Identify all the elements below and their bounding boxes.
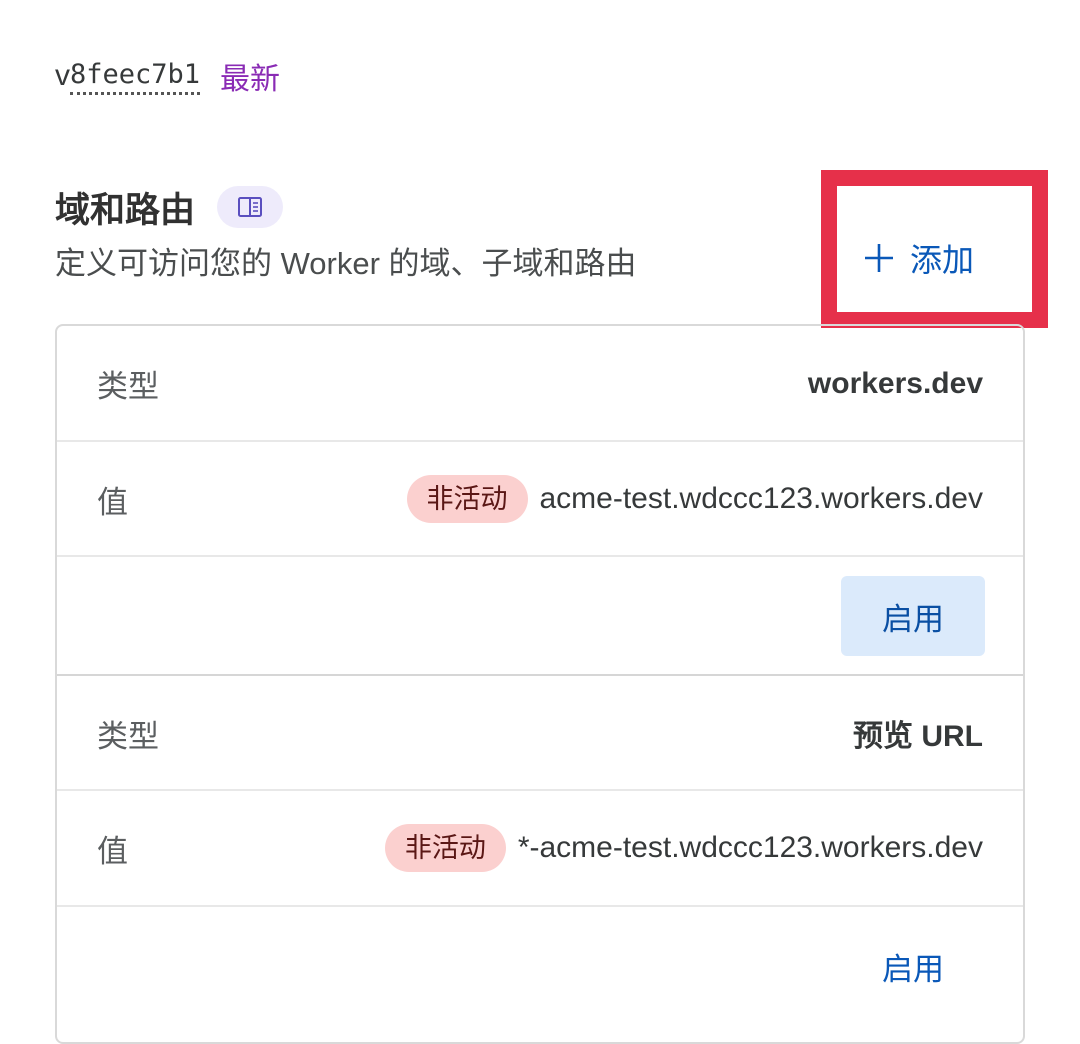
type-value: workers.dev (807, 366, 983, 400)
section-description: 定义可访问您的 Worker 的域、子域和路由 (55, 246, 637, 281)
route-value: 非活动 *-acme-test.wdccc123.workers.dev (384, 824, 983, 872)
section-title: 域和路由 (55, 190, 196, 230)
route-value-row: 值 非活动 acme-test.wdccc123.workers.dev (57, 442, 1023, 556)
enable-button[interactable]: 启用 (841, 926, 985, 1006)
version-hash[interactable]: 8feec7b1 (70, 58, 201, 95)
route-url: acme-test.wdccc123.workers.dev (539, 482, 984, 515)
divider (57, 555, 1023, 557)
value-label: 值 (97, 833, 128, 869)
route-url: *-acme-test.wdccc123.workers.dev (517, 831, 983, 864)
add-button[interactable]: 添加 (862, 228, 974, 288)
type-value: 预览 URL (853, 720, 983, 753)
route-value: 非活动 acme-test.wdccc123.workers.dev (406, 475, 984, 523)
version-line: v 8feec7b1 最新 (55, 54, 280, 98)
docs-button[interactable] (217, 186, 284, 228)
type-label: 类型 (97, 369, 159, 404)
route-value-row: 值 非活动 *-acme-test.wdccc123.workers.dev (57, 791, 1023, 905)
value-label: 值 (97, 484, 128, 520)
status-badge: 非活动 (406, 475, 528, 523)
plus-icon (865, 244, 893, 272)
status-badge: 非活动 (384, 824, 506, 872)
latest-link[interactable]: 最新 (220, 54, 280, 98)
routes-card: 类型 workers.dev 值 非活动 acme-test.wdccc123.… (55, 324, 1025, 1044)
type-label: 类型 (97, 718, 159, 754)
section-header: 域和路由 (55, 180, 284, 234)
route-type-row: 类型 预览 URL (57, 676, 1023, 790)
divider (57, 905, 1023, 907)
version-prefix: v (55, 59, 70, 92)
route-type-row: 类型 workers.dev (57, 326, 1023, 441)
add-label: 添加 (910, 242, 975, 278)
book-icon (238, 197, 263, 217)
enable-button[interactable]: 启用 (841, 576, 985, 656)
